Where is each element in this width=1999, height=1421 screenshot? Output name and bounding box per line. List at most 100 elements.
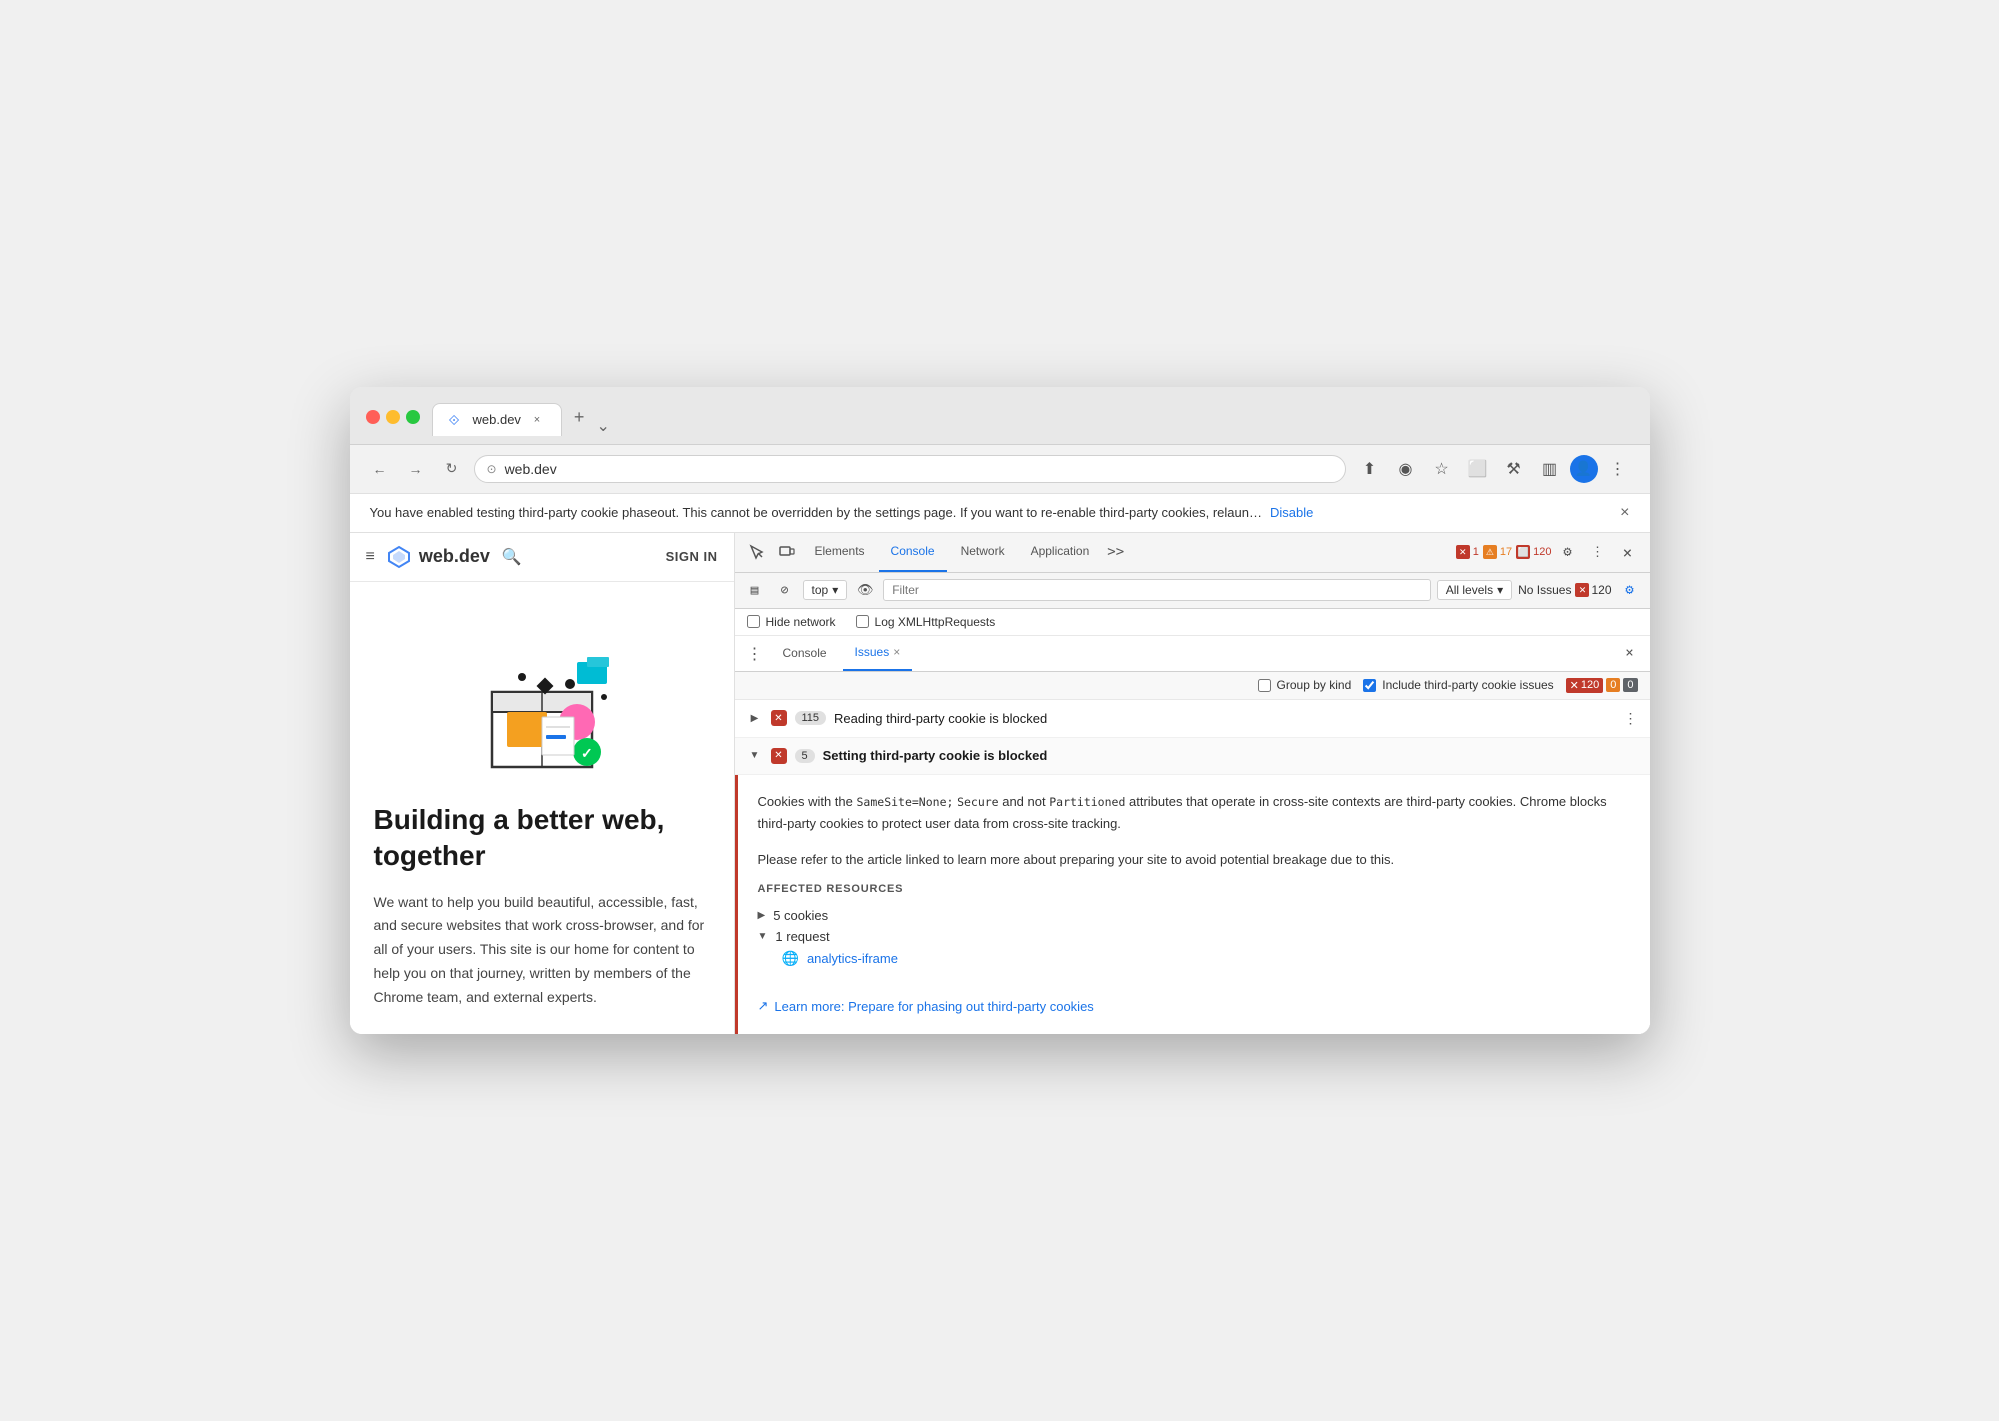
screen-capture-button[interactable]: ⬆ <box>1354 453 1386 485</box>
hide-network-label: Hide network <box>766 615 836 629</box>
more-tabs-button[interactable]: >> <box>1103 544 1128 560</box>
issue-title-2: Setting third-party cookie is blocked <box>823 748 1638 763</box>
issue-row-setting-blocked[interactable]: ▼ ✕ 5 Setting third-party cookie is bloc… <box>735 738 1650 775</box>
console-sidebar-toggle[interactable]: ▤ <box>743 578 767 602</box>
tab-application-label: Application <box>1031 544 1090 558</box>
tab-list-expand-button[interactable]: ⌄ <box>596 416 609 436</box>
console-clear-button[interactable]: ⊘ <box>773 578 797 602</box>
active-browser-tab[interactable]: ⟐ web.dev × <box>432 403 562 436</box>
error-count-icon: ✕ <box>1570 679 1579 692</box>
console-sub-tab-label: Console <box>783 646 827 660</box>
hide-network-checkbox-item: Hide network <box>747 615 836 629</box>
tab-elements[interactable]: Elements <box>803 532 877 572</box>
address-bar[interactable]: ⊙ web.dev <box>474 455 1346 483</box>
console-filter-input[interactable] <box>883 579 1431 601</box>
profile-button[interactable]: 👤 <box>1570 455 1598 483</box>
group-by-kind-label: Group by kind <box>1277 678 1352 692</box>
issues-count-badges: ✕ 120 0 0 <box>1566 678 1638 693</box>
no-issues-label: No Issues <box>1518 583 1571 597</box>
console-settings-button[interactable]: ⚙ <box>1618 578 1642 602</box>
request-resource-item[interactable]: ▼ 1 request <box>758 926 1630 947</box>
inspect-element-button[interactable] <box>743 538 771 566</box>
learn-more-link[interactable]: ↗ Learn more: Prepare for phasing out th… <box>758 998 1630 1014</box>
issue-detail-text: Cookies with the SameSite=None; Secure a… <box>738 775 1650 883</box>
issues-sub-tab-label: Issues <box>855 645 890 659</box>
issue-more-button[interactable]: ⋮ <box>1624 710 1638 727</box>
main-content: ≡ web.dev 🔍 SIGN IN <box>350 533 1650 1034</box>
browser-more-button[interactable]: ⋮ <box>1602 453 1634 485</box>
request-expand-toggle[interactable]: ▼ <box>758 931 768 942</box>
new-tab-button[interactable]: + <box>562 399 597 436</box>
info-bar-close-button[interactable]: × <box>1620 504 1629 522</box>
close-traffic-light[interactable] <box>366 410 380 424</box>
split-view-button[interactable]: ▥ <box>1534 453 1566 485</box>
tab-favicon: ⟐ <box>449 412 465 428</box>
hamburger-menu-button[interactable]: ≡ <box>366 548 375 566</box>
info-bar-disable-link[interactable]: Disable <box>1270 505 1313 520</box>
tab-console[interactable]: Console <box>879 532 947 572</box>
issues-tab-close-button[interactable]: × <box>893 645 900 659</box>
console-toolbar: ▤ ⊘ top ▾ 👁 All levels ▾ No Issues ✕ 120 <box>735 573 1650 609</box>
warning-count-badge[interactable]: ⚠ 17 <box>1483 545 1512 559</box>
refresh-button[interactable]: ↻ <box>438 455 466 483</box>
cookies-resource-item[interactable]: ▶ 5 cookies <box>758 905 1630 926</box>
devtools-more-button[interactable]: ⋮ <box>1584 538 1612 566</box>
learn-more-section: ↗ Learn more: Prepare for phasing out th… <box>738 986 1650 1034</box>
issue-row-reading-blocked[interactable]: ▶ ✕ 115 Reading third-party cookie is bl… <box>735 700 1650 738</box>
extension-button[interactable]: ⬜ <box>1462 453 1494 485</box>
tab-application[interactable]: Application <box>1019 532 1102 572</box>
globe-icon: 🌐 <box>782 950 799 967</box>
log-xml-checkbox[interactable] <box>856 615 869 628</box>
devtools-panel: Elements Console Network Application >> … <box>735 533 1650 1034</box>
sign-in-button[interactable]: SIGN IN <box>666 549 718 564</box>
devtools-close-button[interactable]: × <box>1614 538 1642 566</box>
info-count-badge[interactable]: ⬜ 120 <box>1516 545 1551 559</box>
devtools-settings-button[interactable]: ⚙ <box>1554 538 1582 566</box>
external-link-icon: ↗ <box>758 998 769 1014</box>
issues-panel-close-button[interactable]: × <box>1618 641 1642 665</box>
browser-window: ⟐ web.dev × + ⌄ ← → ↻ ⊙ web.dev ⬆ ◉ ☆ ⬜ … <box>350 387 1650 1034</box>
log-levels-dropdown[interactable]: All levels ▾ <box>1437 580 1512 600</box>
console-sub-tab[interactable]: Console <box>771 635 839 671</box>
forward-button[interactable]: → <box>402 455 430 483</box>
cookies-expand-toggle[interactable]: ▶ <box>758 910 766 921</box>
tab-close-button[interactable]: × <box>529 412 545 428</box>
info-bar-message: You have enabled testing third-party coo… <box>370 505 1263 520</box>
eye-slash-button[interactable]: ◉ <box>1390 453 1422 485</box>
maximize-traffic-light[interactable] <box>406 410 420 424</box>
warning-count-text: 0 <box>1610 679 1616 691</box>
issue-collapse-toggle[interactable]: ▼ <box>747 748 763 764</box>
tab-title: web.dev <box>473 412 521 427</box>
minimize-traffic-light[interactable] <box>386 410 400 424</box>
device-toolbar-button[interactable] <box>773 538 801 566</box>
issue-title: Reading third-party cookie is blocked <box>834 711 1615 726</box>
hide-network-checkbox[interactable] <box>747 615 760 628</box>
nav-actions: ⬆ ◉ ☆ ⬜ ⚒ ▥ 👤 ⋮ <box>1354 453 1634 485</box>
hero-text: We want to help you build beautiful, acc… <box>374 891 710 1010</box>
group-by-kind-checkbox[interactable] <box>1258 679 1271 692</box>
issues-warning-count-badge: 0 <box>1606 678 1620 692</box>
issue-expand-toggle[interactable]: ▶ <box>747 710 763 726</box>
affected-resources-title: AFFECTED RESOURCES <box>758 883 1630 895</box>
issue-error-icon: ✕ <box>771 710 787 726</box>
analytics-iframe-link[interactable]: analytics-iframe <box>807 951 898 966</box>
issues-tab-menu-button[interactable]: ⋮ <box>743 644 767 663</box>
site-logo-text: web.dev <box>419 546 490 567</box>
web-dev-logo-icon <box>387 545 411 569</box>
devtools-button[interactable]: ⚒ <box>1498 453 1530 485</box>
issues-sub-tab[interactable]: Issues × <box>843 635 913 671</box>
site-search-button[interactable]: 🔍 <box>502 547 522 567</box>
error-count-badge[interactable]: ✕ 1 <box>1456 545 1479 559</box>
tab-console-label: Console <box>891 544 935 558</box>
no-issues-badge: ✕ 120 <box>1575 583 1611 597</box>
include-third-party-checkbox[interactable] <box>1363 679 1376 692</box>
back-button[interactable]: ← <box>366 455 394 483</box>
live-expression-button[interactable]: 👁 <box>853 578 877 602</box>
bookmark-button[interactable]: ☆ <box>1426 453 1458 485</box>
log-levels-label: All levels <box>1446 583 1493 597</box>
error-count: 1 <box>1473 546 1479 558</box>
tab-network[interactable]: Network <box>949 532 1017 572</box>
no-issues-count: 120 <box>1591 583 1611 597</box>
analytics-iframe-item[interactable]: 🌐 analytics-iframe <box>758 947 1630 970</box>
frame-context-dropdown[interactable]: top ▾ <box>803 580 848 600</box>
